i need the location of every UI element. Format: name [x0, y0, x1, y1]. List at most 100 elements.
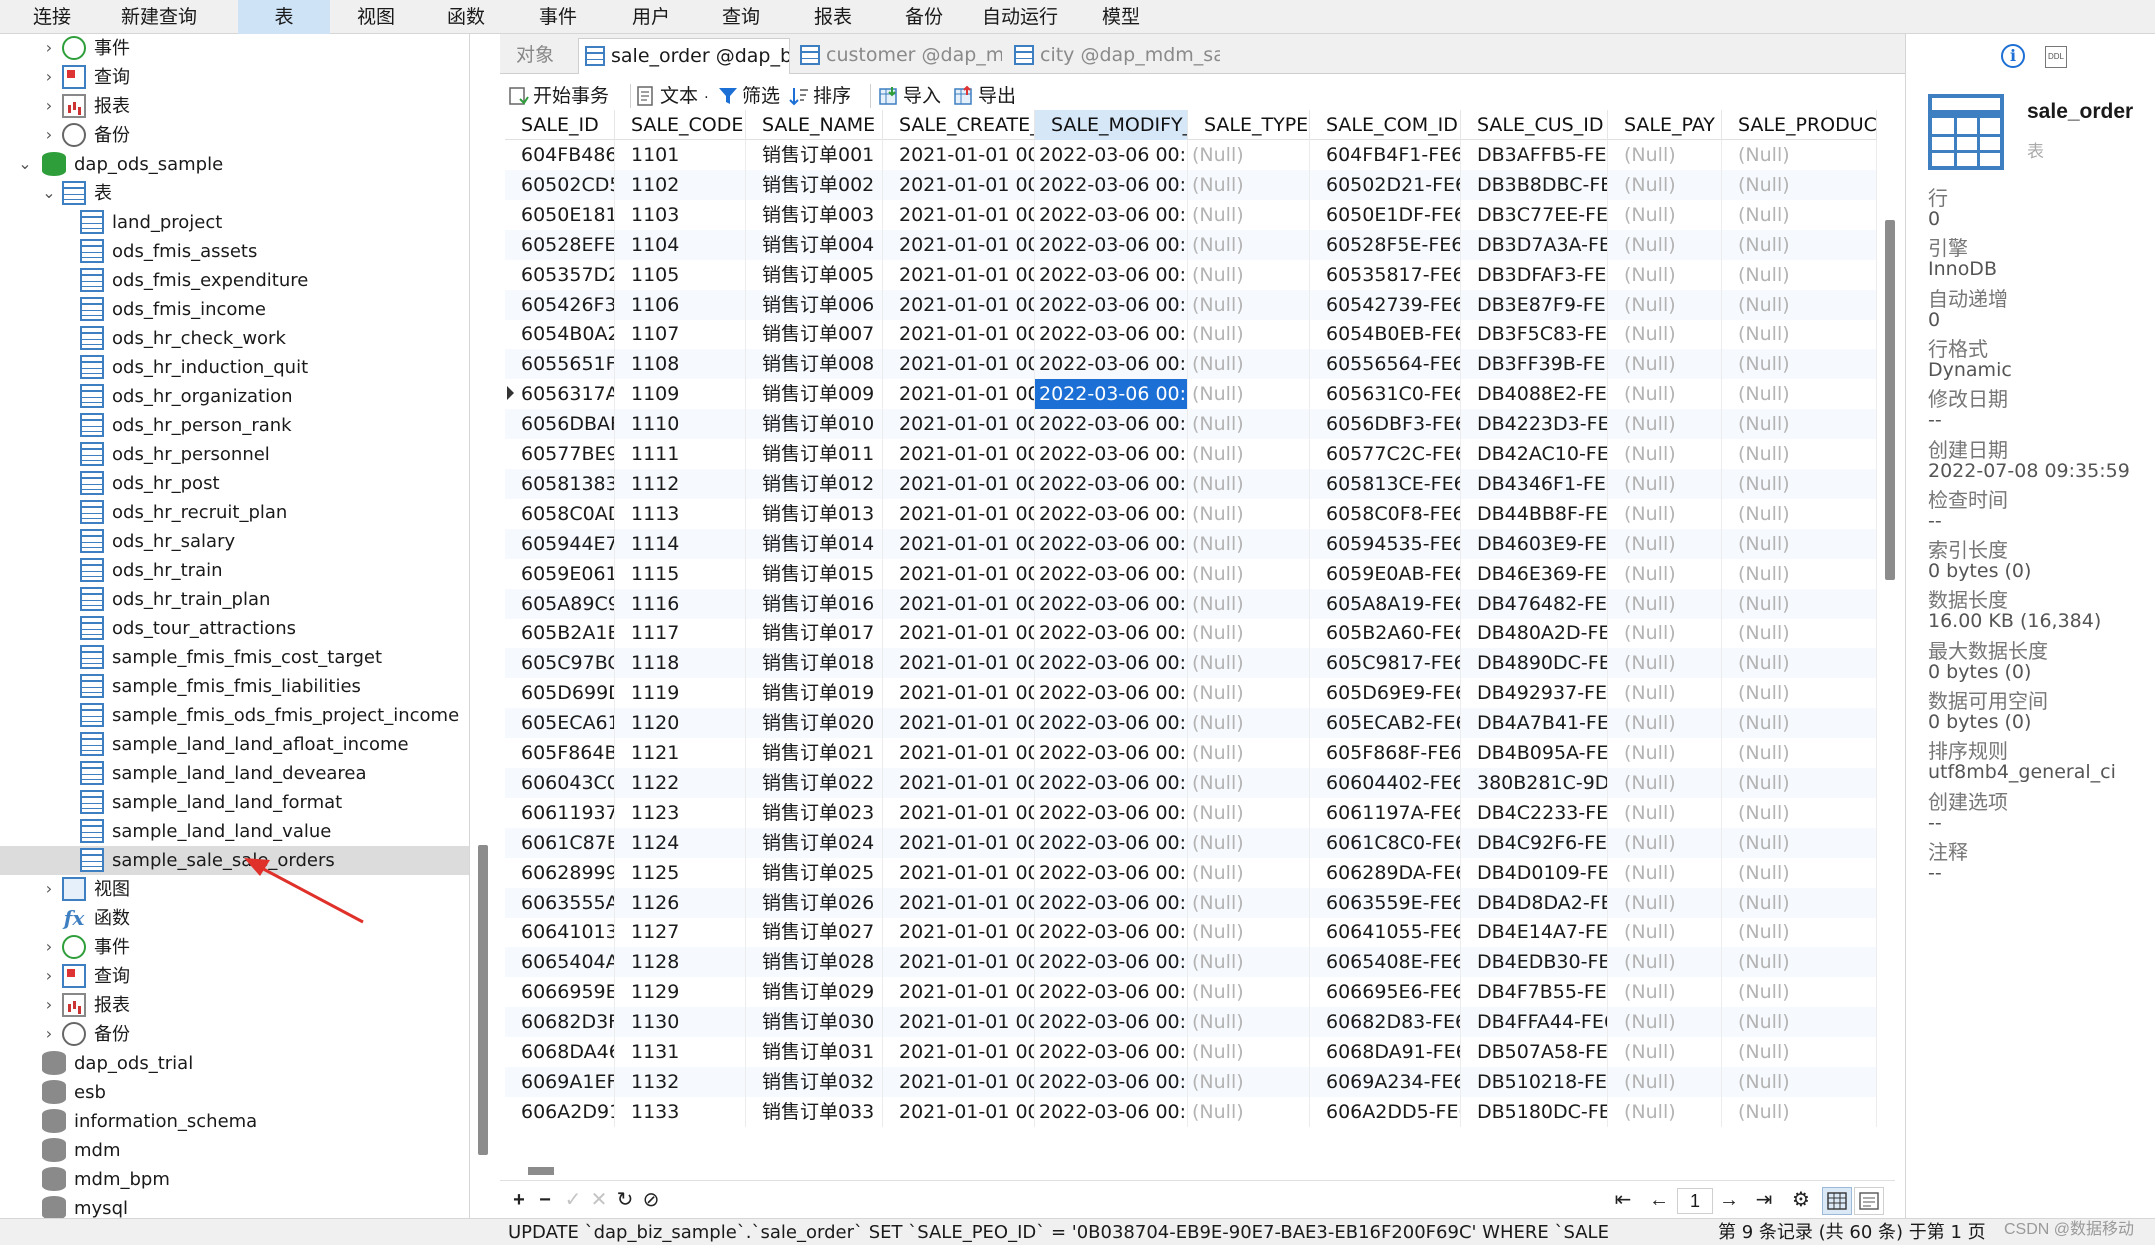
cell-sale-type[interactable]: (Null)	[1188, 738, 1310, 768]
table-row[interactable]: 604FB486-1101销售订单0012021-01-01 00:02022-…	[505, 140, 1877, 170]
cell-sale-create-time[interactable]: 2021-01-01 00:0	[883, 468, 1035, 499]
cell-sale-name[interactable]: 销售订单032	[746, 1066, 883, 1097]
cell-sale-pay[interactable]: (Null)	[1608, 678, 1722, 709]
table-row[interactable]: 60502CD5-1102销售订单0022021-01-01 00:02022-…	[505, 169, 1877, 200]
cell-sale-modify-time[interactable]: 2022-03-06 00:0	[1035, 678, 1188, 709]
cell-sale-modify-time[interactable]: 2022-03-06 00:0	[1035, 857, 1188, 888]
cell-sale-id[interactable]: 605944E7-	[505, 528, 615, 559]
tree-node[interactable]: › 查询	[0, 63, 469, 92]
column-header-sale-name[interactable]: SALE_NAME	[746, 110, 883, 140]
cell-sale-com-id[interactable]: 6063559E-FE68-	[1310, 887, 1461, 918]
tree-node[interactable]: ods_hr_organization	[0, 382, 469, 411]
tree-node[interactable]: sample_land_land_devearea	[0, 759, 469, 788]
cell-sale-product[interactable]: (Null)	[1722, 827, 1877, 858]
cell-sale-product[interactable]: (Null)	[1722, 379, 1877, 410]
cell-sale-pay[interactable]: (Null)	[1608, 917, 1722, 948]
cell-sale-code[interactable]: 1105	[615, 259, 746, 290]
cell-sale-code[interactable]: 1107	[615, 319, 746, 350]
cell-sale-modify-time[interactable]: 2022-03-06 00:0	[1035, 289, 1188, 320]
table-row[interactable]: 6055651F-1108销售订单0082021-01-01 00:02022-…	[505, 349, 1877, 380]
cell-sale-product[interactable]: (Null)	[1722, 140, 1877, 170]
cell-sale-pay[interactable]: (Null)	[1608, 439, 1722, 469]
cell-sale-modify-time[interactable]: 2022-03-06 00:0	[1035, 169, 1188, 200]
cell-sale-create-time[interactable]: 2021-01-01 00:0	[883, 947, 1035, 978]
cell-sale-name[interactable]: 销售订单024	[746, 827, 883, 858]
cell-sale-cus-id[interactable]: DB3B8DBC-FE63	[1461, 169, 1608, 200]
filter-button[interactable]: 筛选	[717, 80, 780, 112]
cell-sale-id[interactable]: 605B2A1B-	[505, 618, 615, 649]
cell-sale-name[interactable]: 销售订单001	[746, 140, 883, 170]
cell-sale-type[interactable]: (Null)	[1188, 827, 1310, 858]
cell-sale-name[interactable]: 销售订单016	[746, 588, 883, 619]
menu-item[interactable]: 连接	[22, 0, 82, 34]
begin-transaction-button[interactable]: 开始事务	[508, 80, 609, 112]
cell-sale-type[interactable]: (Null)	[1188, 857, 1310, 888]
cell-sale-cus-id[interactable]: DB4603E9-FE63	[1461, 528, 1608, 559]
cell-sale-id[interactable]: 6054B0A2-	[505, 319, 615, 350]
cell-sale-id[interactable]: 605ECA61-	[505, 708, 615, 739]
tree-node[interactable]: › 事件	[0, 34, 469, 63]
cell-sale-code[interactable]: 1127	[615, 917, 746, 948]
cell-sale-product[interactable]: (Null)	[1722, 229, 1877, 260]
cell-sale-create-time[interactable]: 2021-01-01 00:0	[883, 678, 1035, 709]
cell-sale-name[interactable]: 销售订单005	[746, 259, 883, 290]
settings-icon[interactable]: ⚙	[1790, 1189, 1812, 1211]
cell-sale-product[interactable]: (Null)	[1722, 797, 1877, 828]
tree-node[interactable]: esb	[0, 1078, 469, 1107]
table-row[interactable]: 60528EFE-I1104销售订单0042021-01-01 00:02022…	[505, 229, 1877, 260]
cell-sale-name[interactable]: 销售订单007	[746, 319, 883, 350]
table-row[interactable]: 60641013-1127销售订单0272021-01-01 00:02022-…	[505, 917, 1877, 948]
cell-sale-create-time[interactable]: 2021-01-01 00:0	[883, 708, 1035, 739]
cell-sale-id[interactable]: 60641013-	[505, 917, 615, 948]
cell-sale-com-id[interactable]: 60528F5E-FE68-	[1310, 229, 1461, 260]
cell-sale-type[interactable]: (Null)	[1188, 468, 1310, 499]
chevron-right-icon[interactable]: ›	[42, 879, 56, 899]
cell-sale-name[interactable]: 销售订单010	[746, 409, 883, 440]
menu-item[interactable]: 表	[238, 0, 330, 34]
tree-node[interactable]: sample_land_land_format	[0, 788, 469, 817]
cell-sale-product[interactable]: (Null)	[1722, 319, 1877, 350]
cell-sale-id[interactable]: 6055651F-	[505, 349, 615, 380]
column-header-sale-code[interactable]: SALE_CODE	[615, 110, 746, 140]
cell-sale-name[interactable]: 销售订单023	[746, 797, 883, 828]
tree-node[interactable]: › 视图	[0, 875, 469, 904]
cell-sale-pay[interactable]: (Null)	[1608, 289, 1722, 320]
menu-item[interactable]: 视图	[332, 0, 420, 34]
cell-sale-com-id[interactable]: 6061197A-FE68-	[1310, 797, 1461, 828]
cell-sale-code[interactable]: 1110	[615, 409, 746, 440]
cell-sale-modify-time[interactable]: 2022-03-06 00:0	[1035, 349, 1188, 380]
cell-sale-com-id[interactable]: 6059E0AB-FE68-	[1310, 558, 1461, 589]
cell-sale-product[interactable]: (Null)	[1722, 1096, 1877, 1127]
tree-node[interactable]: ods_tour_attractions	[0, 614, 469, 643]
cell-sale-product[interactable]: (Null)	[1722, 498, 1877, 529]
cell-sale-pay[interactable]: (Null)	[1608, 498, 1722, 529]
cell-sale-id[interactable]: 605426F3-	[505, 289, 615, 320]
cell-sale-type[interactable]: (Null)	[1188, 678, 1310, 709]
cell-sale-product[interactable]: (Null)	[1722, 857, 1877, 888]
cell-sale-modify-time[interactable]: 2022-03-06 00:0	[1035, 439, 1188, 469]
cell-sale-cus-id[interactable]: DB4890DC-FE6	[1461, 648, 1608, 679]
cell-sale-id[interactable]: 6056317A-	[505, 379, 615, 410]
cell-sale-create-time[interactable]: 2021-01-01 00:0	[883, 169, 1035, 200]
cell-sale-name[interactable]: 销售订单022	[746, 767, 883, 798]
table-row[interactable]: 605426F3-1106销售订单0062021-01-01 00:02022-…	[505, 289, 1877, 320]
refresh-button[interactable]: ↻	[614, 1189, 636, 1211]
cell-sale-com-id[interactable]: 6056DBF3-FE68-	[1310, 409, 1461, 440]
cell-sale-modify-time[interactable]: 2022-03-06 00:0	[1035, 1007, 1188, 1038]
cell-sale-product[interactable]: (Null)	[1722, 558, 1877, 589]
cell-sale-pay[interactable]: (Null)	[1608, 409, 1722, 440]
table-row[interactable]: 605C97BC-1118销售订单0182021-01-01 00:02022-…	[505, 648, 1877, 679]
menu-item[interactable]: 新建查询	[100, 0, 218, 34]
cell-sale-com-id[interactable]: 60682D83-FE68-	[1310, 1007, 1461, 1038]
cell-sale-code[interactable]: 1109	[615, 379, 746, 410]
cell-sale-id[interactable]: 606043C0-	[505, 767, 615, 798]
next-page-button[interactable]: →	[1718, 1189, 1740, 1211]
cell-sale-create-time[interactable]: 2021-01-01 00:0	[883, 439, 1035, 469]
cell-sale-type[interactable]: (Null)	[1188, 319, 1310, 350]
cell-sale-type[interactable]: (Null)	[1188, 618, 1310, 649]
tree-node[interactable]: ods_hr_recruit_plan	[0, 498, 469, 527]
cell-sale-product[interactable]: (Null)	[1722, 259, 1877, 290]
chevron-right-icon[interactable]: ›	[42, 1024, 56, 1044]
tab-objects[interactable]: 对象	[516, 38, 574, 74]
cell-sale-id[interactable]: 60528EFE-I	[505, 229, 615, 260]
